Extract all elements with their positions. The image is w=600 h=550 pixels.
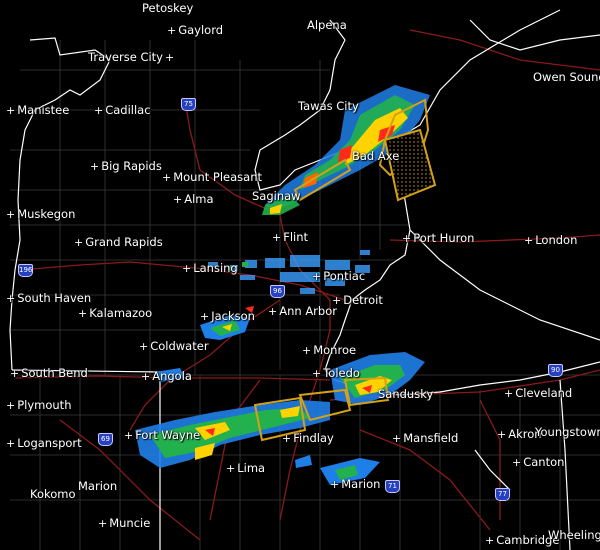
city-label-manistee: Manistee <box>4 104 69 117</box>
interstate-69-shield: 69 <box>98 433 113 446</box>
city-label-cleveland: Cleveland <box>502 387 572 400</box>
interstate-75-shield: 75 <box>181 98 196 111</box>
city-label-saginaw: Saginaw <box>252 189 301 203</box>
interstate-90-shield: 90 <box>548 364 563 377</box>
city-label-monroe: Monroe <box>300 344 356 357</box>
city-label-alpena: Alpena <box>307 18 347 32</box>
city-label-marion-oh: Marion <box>328 478 380 491</box>
city-label-wheeling: Wheeling <box>548 528 600 542</box>
city-label-mansfield: Mansfield <box>390 432 458 445</box>
city-label-south-bend: South Bend <box>8 367 88 380</box>
city-label-jackson: Jackson <box>198 310 255 323</box>
city-label-big-rapids: Big Rapids <box>88 160 162 173</box>
city-label-lansing: Lansing <box>180 262 238 275</box>
city-label-owen-sound: Owen Sound <box>533 70 600 84</box>
city-label-logansport: Logansport <box>4 437 81 450</box>
city-label-flint: Flint <box>270 231 308 244</box>
city-label-kokomo: Kokomo <box>30 487 76 501</box>
city-label-findlay: Findlay <box>280 432 334 445</box>
city-label-cadillac: Cadillac <box>92 104 150 117</box>
interstate-96-shield: 96 <box>270 285 285 298</box>
city-label-grand-rapids: Grand Rapids <box>72 236 163 249</box>
city-label-detroit: Detroit <box>330 294 383 307</box>
city-label-coldwater: Coldwater <box>137 340 208 353</box>
city-label-kalamazoo: Kalamazoo <box>76 307 152 320</box>
city-label-sandusky: Sandusky <box>378 387 434 401</box>
city-label-fort-wayne: Fort Wayne <box>122 429 200 442</box>
interstate-71-shield: 71 <box>385 480 400 493</box>
city-label-plymouth: Plymouth <box>4 399 71 412</box>
radar-map: 75 196 96 69 71 77 90 Petoskey Gaylord A… <box>0 0 600 550</box>
city-label-canton: Canton <box>510 456 564 469</box>
city-label-port-huron: Port Huron <box>400 232 474 245</box>
city-label-mount-pleasant: Mount Pleasant <box>160 171 262 184</box>
city-label-marion-in: Marion <box>78 479 118 493</box>
city-label-muskegon: Muskegon <box>4 208 75 221</box>
city-label-traverse-city: Traverse City <box>88 51 176 64</box>
city-label-london: London <box>522 234 577 247</box>
city-label-bad-axe: Bad Axe <box>352 149 400 163</box>
city-label-south-haven: South Haven <box>4 292 91 305</box>
city-label-tawas-city: Tawas City <box>298 99 359 113</box>
interstate-196-shield: 196 <box>18 264 33 277</box>
city-label-gaylord: Gaylord <box>165 24 223 37</box>
city-label-angola: Angola <box>139 370 192 383</box>
city-label-pontiac: Pontiac <box>310 270 365 283</box>
interstate-77-shield: 77 <box>495 488 510 501</box>
city-label-lima: Lima <box>224 462 265 475</box>
city-label-petoskey: Petoskey <box>142 1 194 15</box>
city-label-alma: Alma <box>171 193 213 206</box>
city-label-muncie: Muncie <box>96 517 150 530</box>
city-label-youngstown: Youngstown <box>535 425 600 439</box>
city-label-ann-arbor: Ann Arbor <box>266 305 337 318</box>
city-label-toledo: Toledo <box>310 367 360 380</box>
